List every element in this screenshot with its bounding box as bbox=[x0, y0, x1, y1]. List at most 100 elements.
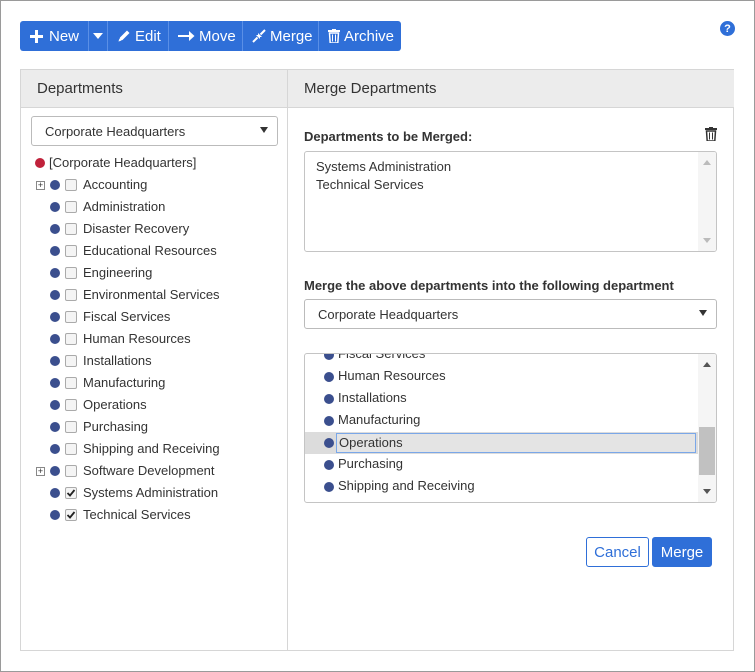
tree-item[interactable]: Systems Administration bbox=[21, 482, 261, 504]
scroll-down-icon[interactable] bbox=[703, 489, 711, 494]
plus-icon bbox=[29, 28, 45, 44]
tree-item-checkbox[interactable] bbox=[65, 487, 77, 499]
target-list-item-label: Fiscal Services bbox=[338, 353, 426, 361]
expand-icon[interactable]: + bbox=[36, 181, 45, 190]
tree-item-checkbox[interactable] bbox=[65, 465, 77, 477]
tree-item-checkbox[interactable] bbox=[65, 421, 77, 433]
panel-divider bbox=[287, 70, 288, 650]
tree-item[interactable]: Administration bbox=[21, 196, 261, 218]
target-list-item-label: Installations bbox=[338, 390, 407, 405]
target-root-select-value: Corporate Headquarters bbox=[318, 306, 459, 322]
pencil-icon bbox=[117, 28, 131, 44]
tree-item-checkbox[interactable] bbox=[65, 443, 77, 455]
node-dot-icon bbox=[50, 180, 60, 190]
arrow-right-icon bbox=[178, 28, 195, 44]
scroll-up-icon[interactable] bbox=[703, 362, 711, 367]
tree-item-label: Purchasing bbox=[83, 419, 149, 434]
delete-icon[interactable] bbox=[705, 127, 717, 142]
target-root-select[interactable]: Corporate Headquarters bbox=[304, 299, 717, 329]
node-dot-icon bbox=[50, 444, 60, 454]
tree-item[interactable]: Environmental Services bbox=[21, 284, 261, 306]
node-dot-icon bbox=[324, 438, 334, 448]
node-dot-icon bbox=[50, 312, 60, 322]
tree-item-checkbox[interactable] bbox=[65, 223, 77, 235]
move-button[interactable]: Move bbox=[169, 21, 243, 51]
cancel-button[interactable]: Cancel bbox=[586, 537, 649, 567]
target-list-item[interactable]: Purchasing bbox=[305, 454, 698, 476]
cancel-button-label: Cancel bbox=[594, 543, 641, 561]
scrollbar-thumb[interactable] bbox=[699, 427, 715, 475]
tree-item-checkbox[interactable] bbox=[65, 355, 77, 367]
tree-item-label: Installations bbox=[83, 353, 152, 368]
node-dot-icon bbox=[324, 460, 334, 470]
expand-icon[interactable]: + bbox=[36, 467, 45, 476]
merged-departments-list[interactable]: Systems Administration Technical Service… bbox=[304, 151, 717, 252]
edit-button[interactable]: Edit bbox=[108, 21, 169, 51]
merged-list-scrollbar[interactable] bbox=[698, 152, 716, 251]
tree-item[interactable]: Operations bbox=[21, 394, 261, 416]
tree-item[interactable]: Shipping and Receiving bbox=[21, 438, 261, 460]
tree-item-checkbox[interactable] bbox=[65, 377, 77, 389]
node-dot-icon bbox=[50, 400, 60, 410]
target-list-item[interactable]: Operations bbox=[305, 432, 698, 454]
target-list-item[interactable]: Fiscal Services bbox=[305, 353, 698, 366]
tree-item-checkbox[interactable] bbox=[65, 333, 77, 345]
help-icon[interactable]: ? bbox=[720, 21, 735, 36]
merged-item: Systems Administration bbox=[316, 159, 452, 174]
tree-item-checkbox[interactable] bbox=[65, 311, 77, 323]
tree-item-checkbox[interactable] bbox=[65, 179, 77, 191]
tree-root-label: [Corporate Headquarters] bbox=[49, 155, 197, 170]
node-dot-icon bbox=[50, 356, 60, 366]
caret-down-icon bbox=[699, 310, 707, 316]
main-panels: Departments Merge Departments Corporate … bbox=[20, 69, 734, 651]
new-button-label: New bbox=[48, 27, 79, 45]
merge-submit-button[interactable]: Merge bbox=[652, 537, 712, 567]
target-list-item[interactable]: Shipping and Receiving bbox=[305, 476, 698, 498]
tree-item[interactable]: Human Resources bbox=[21, 328, 261, 350]
new-button[interactable]: New bbox=[20, 21, 89, 51]
scroll-down-icon[interactable] bbox=[703, 238, 711, 243]
tree-item[interactable]: Disaster Recovery bbox=[21, 218, 261, 240]
tree-item-label: Engineering bbox=[83, 265, 153, 280]
node-dot-icon bbox=[50, 202, 60, 212]
tree-item[interactable]: Educational Resources bbox=[21, 240, 261, 262]
tree-item-checkbox[interactable] bbox=[65, 245, 77, 257]
node-dot-icon bbox=[50, 510, 60, 520]
tree-item-checkbox[interactable] bbox=[65, 509, 77, 521]
tree-item-checkbox[interactable] bbox=[65, 399, 77, 411]
node-dot-icon bbox=[50, 268, 60, 278]
target-list-item-label: Human Resources bbox=[338, 368, 446, 383]
tree-item-checkbox[interactable] bbox=[65, 267, 77, 279]
target-list-item[interactable]: Human Resources bbox=[305, 366, 698, 388]
department-root-select[interactable]: Corporate Headquarters bbox=[31, 116, 278, 146]
tree-item[interactable]: Manufacturing bbox=[21, 372, 261, 394]
tree-item[interactable]: Fiscal Services bbox=[21, 306, 261, 328]
archive-button[interactable]: Archive bbox=[319, 21, 401, 51]
tree-item-label: Operations bbox=[83, 397, 147, 412]
tree-item-label: Educational Resources bbox=[83, 243, 217, 258]
tree-root[interactable]: [Corporate Headquarters] bbox=[21, 152, 261, 174]
merge-icon bbox=[252, 28, 266, 44]
tree-item-checkbox[interactable] bbox=[65, 201, 77, 213]
merge-button[interactable]: Merge bbox=[243, 21, 319, 51]
target-department-list[interactable]: Fiscal Services Human Resources Installati… bbox=[304, 353, 717, 503]
scroll-up-icon[interactable] bbox=[703, 160, 711, 165]
tree-item-label: Technical Services bbox=[83, 507, 191, 522]
tree-item[interactable]: Engineering bbox=[21, 262, 261, 284]
target-list-item[interactable]: Manufacturing bbox=[305, 410, 698, 432]
move-button-label: Move bbox=[199, 27, 236, 45]
tree-item-checkbox[interactable] bbox=[65, 289, 77, 301]
target-list-item[interactable]: Installations bbox=[305, 388, 698, 410]
tree-item[interactable]: Installations bbox=[21, 350, 261, 372]
tree-item[interactable]: + Software Development bbox=[21, 460, 261, 482]
new-dropdown-button[interactable] bbox=[89, 21, 108, 51]
archive-button-label: Archive bbox=[344, 27, 395, 45]
tree-item[interactable]: + Accounting bbox=[21, 174, 261, 196]
caret-down-icon bbox=[93, 33, 103, 39]
merged-item: Technical Services bbox=[316, 177, 424, 192]
target-list-scrollbar[interactable] bbox=[698, 354, 716, 502]
target-list-item-label: Manufacturing bbox=[338, 412, 421, 427]
tree-item[interactable]: Technical Services bbox=[21, 504, 261, 526]
tree-item[interactable]: Purchasing bbox=[21, 416, 261, 438]
checkmark-icon bbox=[66, 511, 76, 519]
